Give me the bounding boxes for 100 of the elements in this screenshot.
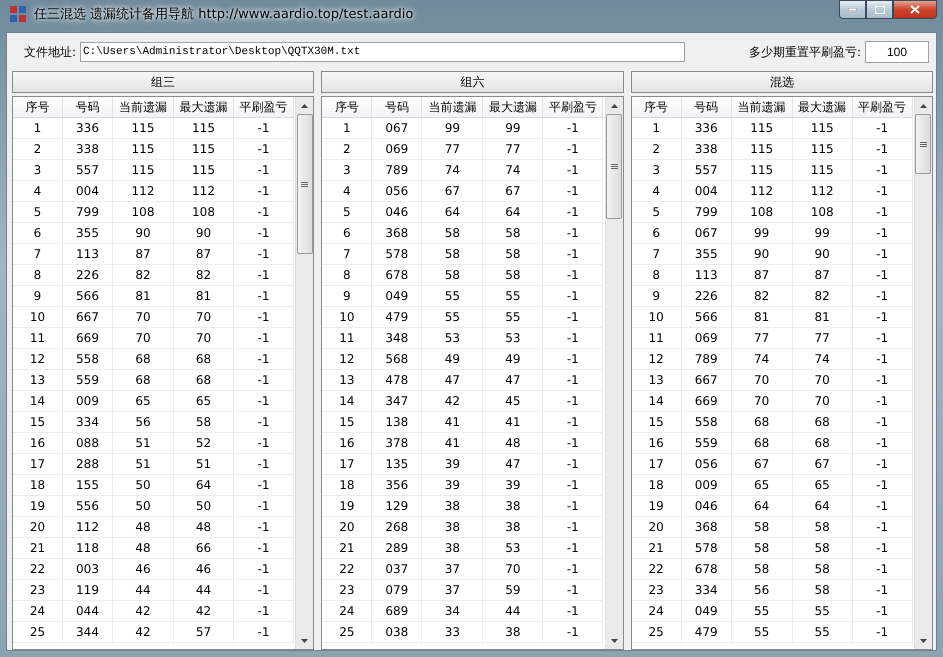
table-cell: 056 xyxy=(372,181,422,202)
table-cell: 19 xyxy=(322,496,372,517)
table-cell: 7 xyxy=(322,244,372,265)
table-cell: -1 xyxy=(543,244,604,265)
table-cell: -1 xyxy=(852,265,913,286)
table-cell: 108 xyxy=(113,202,174,223)
table-cell: 559 xyxy=(682,433,732,454)
scrollbar[interactable] xyxy=(914,97,932,649)
table-cell: 334 xyxy=(63,412,113,433)
minimize-icon xyxy=(848,8,857,11)
table-cell: -1 xyxy=(852,202,913,223)
table-cell: 77 xyxy=(732,328,793,349)
minimize-button[interactable] xyxy=(839,0,866,19)
table-cell: 58 xyxy=(422,244,484,265)
table-cell: 088 xyxy=(63,433,113,454)
table-cell: 338 xyxy=(63,139,113,160)
maximize-button[interactable] xyxy=(866,0,893,19)
table-cell: 108 xyxy=(174,202,234,223)
table-cell: -1 xyxy=(234,433,294,454)
table-cell: 115 xyxy=(732,160,793,181)
file-path-field[interactable]: C:\Users\Administrator\Desktop\QQTX30M.txt xyxy=(80,42,686,62)
table-cell: 8 xyxy=(632,265,682,286)
scroll-down-icon[interactable] xyxy=(920,638,927,642)
column-header[interactable]: 号码 xyxy=(372,97,422,118)
table-cell: 678 xyxy=(372,265,422,286)
table-cell: -1 xyxy=(852,181,913,202)
scrollbar[interactable] xyxy=(604,97,623,649)
table-cell: 25 xyxy=(632,622,682,643)
table-cell: 559 xyxy=(63,370,113,391)
scroll-thumb[interactable] xyxy=(915,114,932,174)
table-cell: -1 xyxy=(234,391,294,412)
column-header[interactable]: 序号 xyxy=(322,97,372,118)
column-header[interactable]: 最大遗漏 xyxy=(483,97,544,118)
reset-period-label: 多少期重置平刷盈亏: xyxy=(748,44,861,60)
table-cell: 23 xyxy=(13,580,63,601)
table-cell: 558 xyxy=(63,349,113,370)
scroll-down-icon[interactable] xyxy=(610,638,618,642)
table-cell: -1 xyxy=(234,265,294,286)
table-cell: 58 xyxy=(732,538,793,559)
panel-title-button[interactable]: 组三 xyxy=(12,71,314,93)
column-header[interactable]: 最大遗漏 xyxy=(174,97,234,118)
table-cell: 067 xyxy=(682,223,732,244)
column-header[interactable]: 当前遗漏 xyxy=(732,97,793,118)
table-cell: 70 xyxy=(174,307,234,328)
close-button[interactable] xyxy=(893,0,937,19)
table-cell: 46 xyxy=(174,559,234,580)
table-cell: 129 xyxy=(372,496,422,517)
table-cell: 135 xyxy=(372,454,422,475)
table-cell: 82 xyxy=(113,265,174,286)
table-cell: -1 xyxy=(543,328,604,349)
table-cell: 17 xyxy=(632,454,682,475)
table-cell: 009 xyxy=(63,391,113,412)
table-cell: 46 xyxy=(113,559,174,580)
table-cell: 77 xyxy=(483,139,544,160)
table-cell: 38 xyxy=(422,517,484,538)
table-cell: 99 xyxy=(732,223,793,244)
scroll-thumb[interactable] xyxy=(296,114,313,254)
table-cell: 51 xyxy=(174,454,234,475)
table-cell: 799 xyxy=(63,202,113,223)
table-cell: 23 xyxy=(322,580,372,601)
reset-period-field[interactable]: 100 xyxy=(865,41,929,63)
app-icon xyxy=(10,6,26,22)
table-cell: -1 xyxy=(543,160,604,181)
column-header[interactable]: 号码 xyxy=(63,97,113,118)
column-header[interactable]: 平刷盈亏 xyxy=(543,97,604,118)
table-cell: 55 xyxy=(483,307,544,328)
column-header[interactable]: 号码 xyxy=(682,97,732,118)
table-cell: 74 xyxy=(792,349,853,370)
table-cell: 48 xyxy=(113,517,174,538)
table-cell: 2 xyxy=(13,139,63,160)
table-cell: 336 xyxy=(682,118,732,139)
column-header[interactable]: 平刷盈亏 xyxy=(234,97,294,118)
table-cell: -1 xyxy=(234,160,294,181)
table-cell: 556 xyxy=(63,496,113,517)
column-header[interactable]: 平刷盈亏 xyxy=(852,97,913,118)
column-header[interactable]: 当前遗漏 xyxy=(422,97,484,118)
table-cell: -1 xyxy=(852,286,913,307)
panel-title-button[interactable]: 组六 xyxy=(321,71,624,93)
scroll-up-icon[interactable] xyxy=(610,104,618,108)
table-cell: 11 xyxy=(322,328,372,349)
table-cell: 15 xyxy=(322,412,372,433)
scroll-up-icon[interactable] xyxy=(301,104,308,108)
table-cell: 16 xyxy=(632,433,682,454)
table-cell: 10 xyxy=(322,307,372,328)
column-header[interactable]: 序号 xyxy=(632,97,682,118)
table-cell: 13 xyxy=(632,370,682,391)
panel-title-button[interactable]: 混选 xyxy=(630,71,933,93)
table-cell: 58 xyxy=(792,580,853,601)
table-cell: -1 xyxy=(234,244,294,265)
scroll-up-icon[interactable] xyxy=(920,104,927,108)
table-cell: 1 xyxy=(632,118,682,139)
column-header[interactable]: 序号 xyxy=(13,97,63,118)
table-cell: 70 xyxy=(113,328,174,349)
scroll-down-icon[interactable] xyxy=(301,638,308,642)
table-cell: 7 xyxy=(13,244,63,265)
table-cell: 23 xyxy=(632,580,682,601)
scrollbar[interactable] xyxy=(295,97,314,649)
column-header[interactable]: 当前遗漏 xyxy=(113,97,174,118)
column-header[interactable]: 最大遗漏 xyxy=(792,97,853,118)
scroll-thumb[interactable] xyxy=(606,114,622,219)
